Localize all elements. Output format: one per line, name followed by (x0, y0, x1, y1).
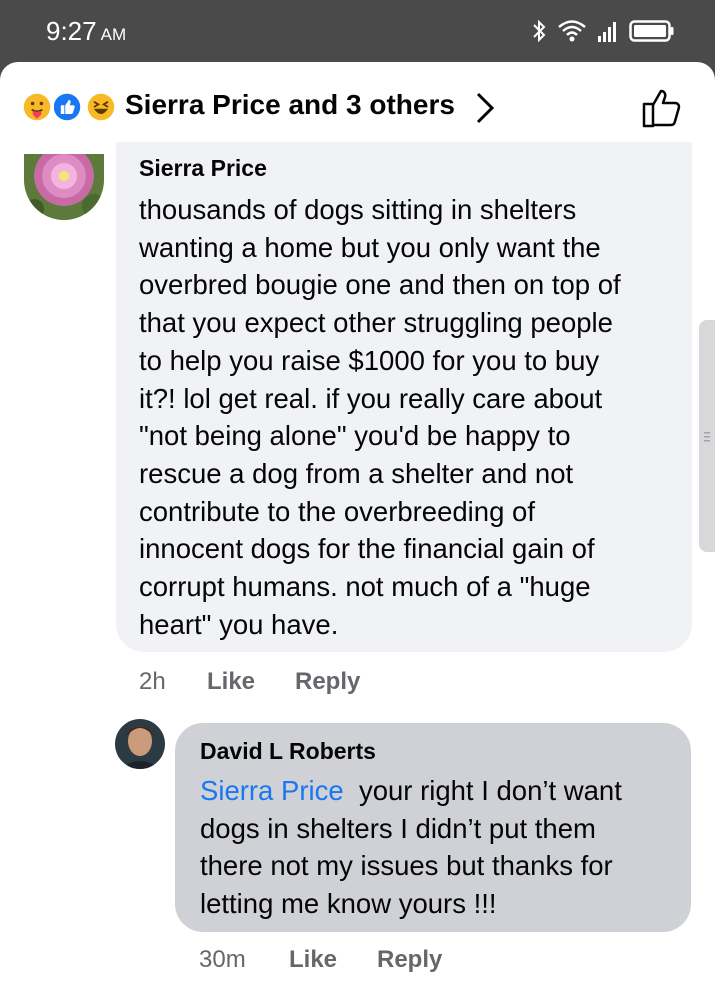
avatar-sierra-price[interactable] (24, 154, 104, 220)
battery-icon (629, 20, 674, 42)
comment-author[interactable]: David L Roberts (200, 737, 691, 765)
like-thumb-icon[interactable] (638, 84, 688, 132)
signal-icon (598, 22, 616, 42)
like-button[interactable]: Like (289, 946, 377, 974)
haha-reaction-icon (84, 90, 118, 124)
comment-time: 2h (139, 668, 166, 695)
reply-button[interactable]: Reply (295, 668, 360, 696)
comment-line-first: your right I don’t want (358, 775, 622, 806)
status-bar: 9:27 AM (0, 0, 715, 62)
comment-text: Sierra Price your right I don’t want dog… (200, 772, 691, 923)
like-reaction-icon (50, 90, 84, 124)
comment-line: wanting a home but you only want the (139, 231, 601, 263)
comment-bubble-david: David L Roberts Sierra Price your right … (175, 723, 691, 932)
avatar-david-l-roberts[interactable] (115, 719, 165, 769)
person-avatar-icon (115, 719, 165, 769)
reactions-title[interactable]: Sierra Price and 3 others (125, 89, 455, 121)
status-time-ampm: AM (100, 25, 127, 44)
comment-line: Sierra Price your right I don’t want (200, 772, 691, 810)
comment-line: letting me know yours !!! (200, 888, 497, 920)
comment-line: there not my issues but thanks for (200, 850, 613, 882)
comment-time: 30m (199, 946, 246, 973)
chevron-right-icon[interactable] (470, 90, 500, 126)
comment-actions: 2h Like Reply (139, 668, 360, 696)
bluetooth-icon (533, 19, 546, 43)
comment-bubble-sierra: Sierra Price thousands of dogs sitting i… (116, 142, 692, 652)
comment-author[interactable]: Sierra Price (139, 154, 692, 182)
comment-line: overbred bougie one and then on top of (139, 269, 621, 301)
care-reaction-icon (20, 90, 54, 124)
scroll-grip-icon (704, 432, 710, 442)
comment-text: thousands of dogs sitting in shelters wa… (139, 191, 692, 643)
status-time: 9:27 AM (46, 16, 126, 47)
scrollbar[interactable] (699, 320, 715, 552)
reaction-icons[interactable] (20, 90, 120, 126)
flower-avatar-icon (24, 154, 104, 220)
comment-line: contribute to the overbreeding of (139, 495, 535, 527)
wifi-icon (558, 20, 586, 42)
comment-line: dogs in shelters I didn’t put them (200, 812, 596, 844)
comment-line: it?! lol get real. if you really care ab… (139, 382, 603, 414)
like-button[interactable]: Like (207, 668, 295, 696)
comment-line: heart" you have. (139, 608, 339, 640)
comment-actions: 30m Like Reply (199, 946, 442, 974)
comment-line: rescue a dog from a shelter and not (139, 457, 574, 489)
status-time-value: 9:27 (46, 16, 97, 46)
mention-link[interactable]: Sierra Price (200, 775, 344, 806)
status-icons (531, 16, 675, 46)
comment-line: corrupt humans. not much of a "huge (139, 571, 591, 603)
reply-button[interactable]: Reply (377, 946, 442, 974)
comments-sheet: Sierra Price and 3 others Sierra Price t… (0, 62, 715, 1000)
reactions-header: Sierra Price and 3 others (0, 62, 715, 154)
comment-line: to help you raise $1000 for you to buy (139, 344, 600, 376)
comment-line: thousands of dogs sitting in shelters (139, 194, 577, 225)
comment-line: that you expect other struggling people (139, 307, 613, 339)
comment-line: innocent dogs for the financial gain of (139, 533, 595, 565)
comment-line: "not being alone" you'd be happy to (139, 420, 571, 452)
